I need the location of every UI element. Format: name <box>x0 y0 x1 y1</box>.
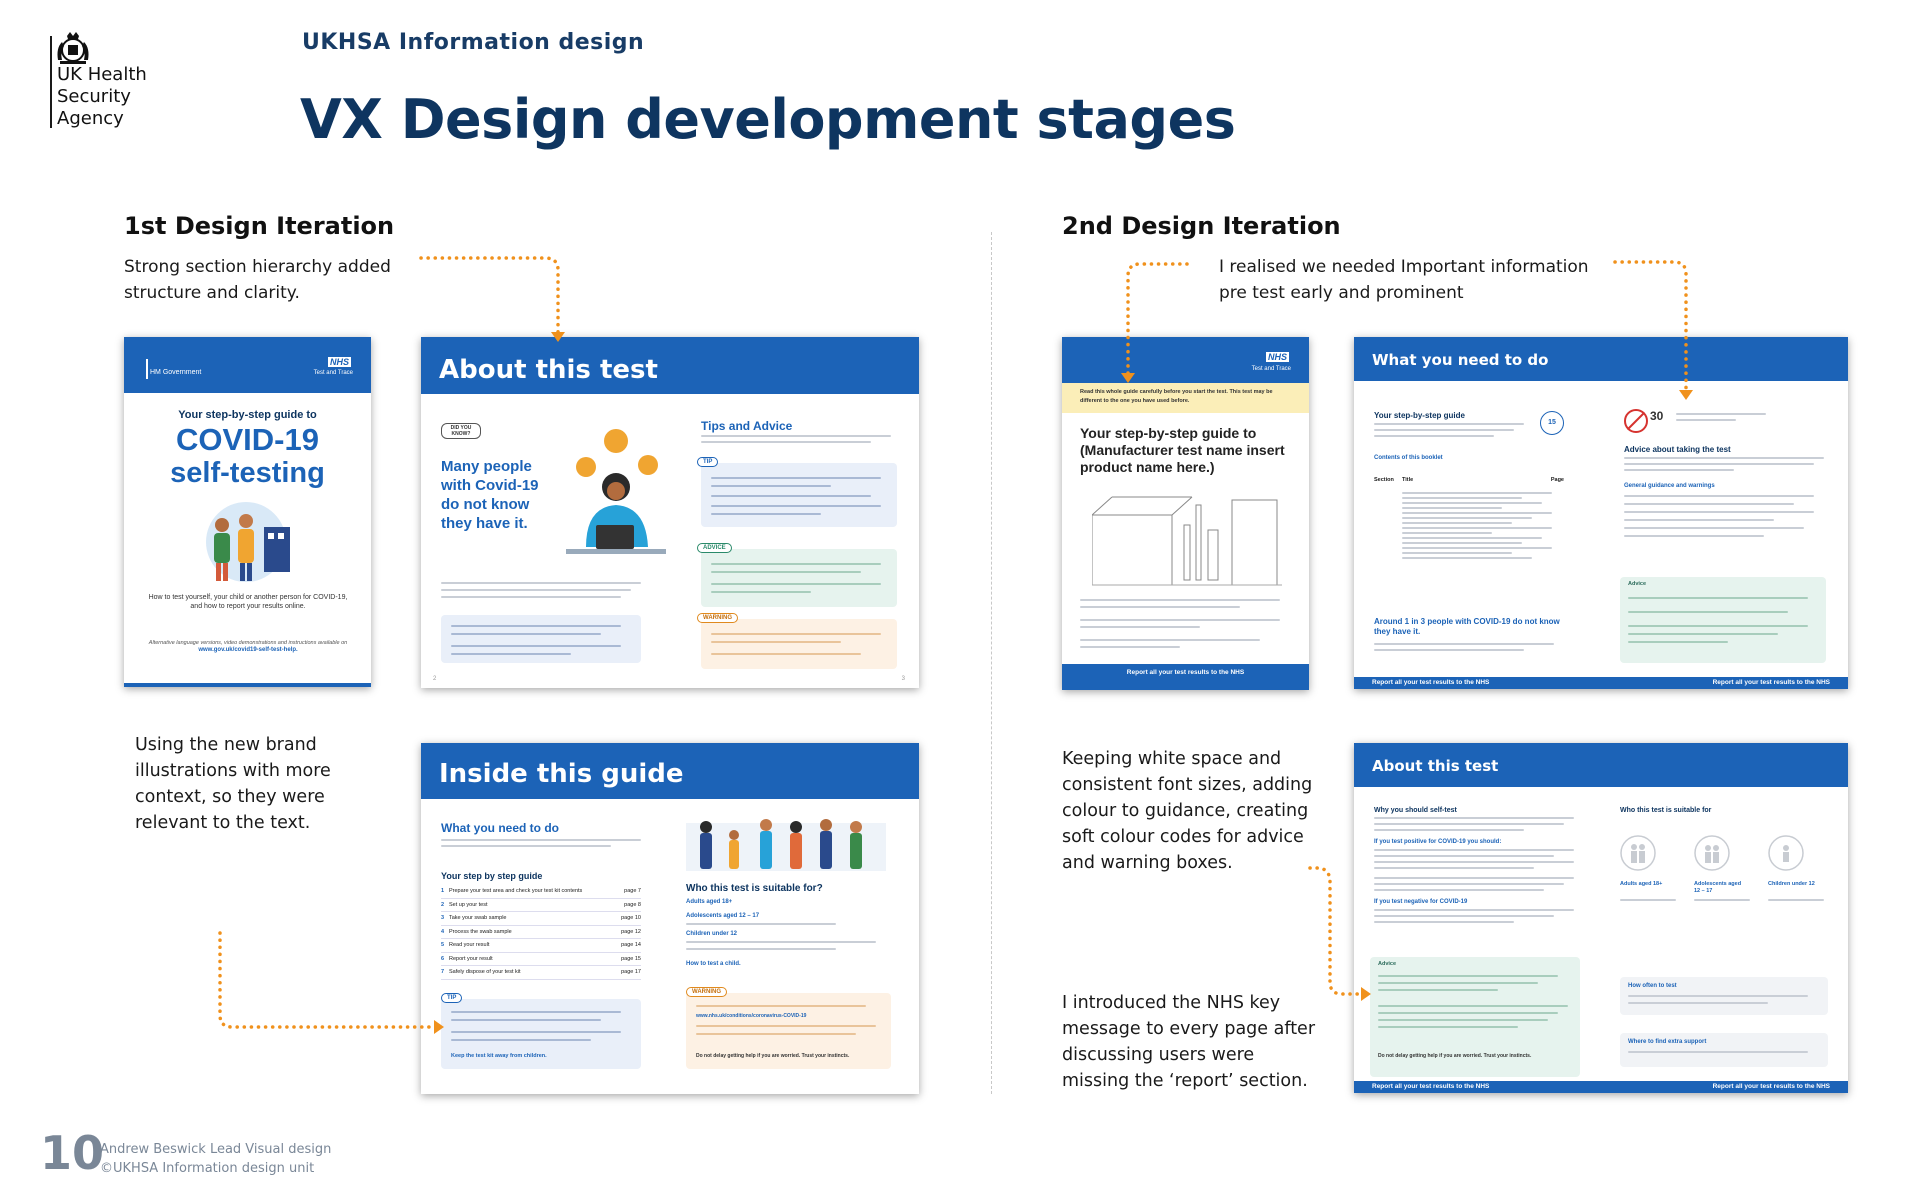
credit-line: Andrew Beswick Lead Visual design <box>100 1142 332 1157</box>
arrow-path <box>1308 866 1364 996</box>
arrow-head <box>551 332 565 342</box>
arrow-head <box>1361 987 1371 1001</box>
arrow-path <box>419 256 560 335</box>
footer-credits: Andrew Beswick Lead Visual design ©UKHSA… <box>100 1140 331 1178</box>
copyright-line: ©UKHSA Information design unit <box>100 1161 315 1176</box>
annotation-arrows <box>218 256 1693 1034</box>
arrow-head <box>434 1020 444 1034</box>
arrow-path <box>218 931 437 1029</box>
arrow-path <box>1126 262 1189 375</box>
arrow-head <box>1121 373 1135 383</box>
arrow-head <box>1679 390 1693 400</box>
arrow-path <box>1613 260 1688 392</box>
page-number: 10 <box>40 1126 105 1180</box>
